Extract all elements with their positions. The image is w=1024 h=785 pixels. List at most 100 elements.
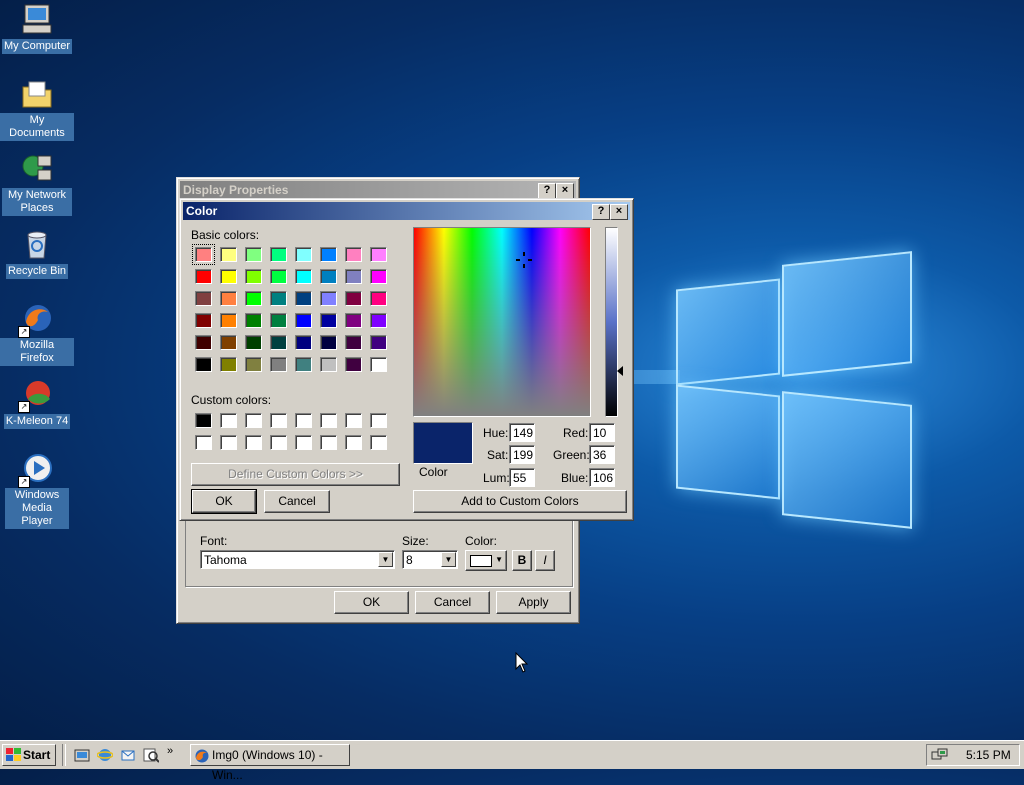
color-swatch[interactable] bbox=[220, 357, 237, 372]
color-swatch[interactable] bbox=[270, 335, 287, 350]
apply-button[interactable]: Apply bbox=[496, 591, 571, 614]
clock[interactable]: 5:15 PM bbox=[966, 748, 1011, 762]
color-swatch[interactable] bbox=[370, 435, 387, 450]
outlook-express-icon[interactable] bbox=[120, 747, 136, 763]
color-swatch[interactable] bbox=[295, 435, 312, 450]
color-swatch[interactable] bbox=[345, 357, 362, 372]
color-swatch[interactable] bbox=[220, 269, 237, 284]
color-swatch[interactable] bbox=[220, 291, 237, 306]
ok-button[interactable]: OK bbox=[334, 591, 409, 614]
color-swatch[interactable] bbox=[270, 291, 287, 306]
color-picker-button[interactable]: ▼ bbox=[465, 550, 507, 571]
internet-explorer-icon[interactable] bbox=[97, 747, 113, 763]
close-button[interactable]: × bbox=[610, 204, 628, 220]
color-swatch[interactable] bbox=[345, 247, 362, 262]
color-swatch[interactable] bbox=[320, 335, 337, 350]
color-swatch[interactable] bbox=[345, 413, 362, 428]
color-swatch[interactable] bbox=[245, 247, 262, 262]
desktop-icon-mozilla-firefox[interactable]: ↗ Mozilla Firefox bbox=[0, 302, 74, 366]
color-swatch[interactable] bbox=[195, 335, 212, 350]
color-swatch[interactable] bbox=[345, 335, 362, 350]
start-button[interactable]: Start bbox=[2, 744, 56, 766]
color-swatch[interactable] bbox=[270, 413, 287, 428]
chevron-down-icon[interactable]: ▼ bbox=[378, 552, 393, 567]
color-swatch[interactable] bbox=[320, 291, 337, 306]
color-swatch[interactable] bbox=[195, 413, 212, 428]
display-properties-titlebar[interactable]: Display Properties ? × bbox=[180, 181, 576, 199]
ok-button[interactable]: OK bbox=[191, 489, 257, 514]
color-swatch[interactable] bbox=[195, 357, 212, 372]
color-swatch[interactable] bbox=[295, 269, 312, 284]
color-swatch[interactable] bbox=[320, 313, 337, 328]
luminosity-slider[interactable] bbox=[605, 227, 618, 417]
color-swatch[interactable] bbox=[245, 269, 262, 284]
color-swatch[interactable] bbox=[345, 269, 362, 284]
taskbar-item-img0[interactable]: Img0 (Windows 10) - Win... bbox=[190, 744, 350, 782]
color-swatch[interactable] bbox=[345, 313, 362, 328]
close-button[interactable]: × bbox=[556, 183, 574, 199]
luminosity-arrow-icon[interactable] bbox=[617, 366, 623, 376]
color-swatch[interactable] bbox=[195, 435, 212, 450]
color-swatch[interactable] bbox=[245, 291, 262, 306]
color-swatch[interactable] bbox=[220, 247, 237, 262]
color-swatch[interactable] bbox=[295, 335, 312, 350]
desktop-icon-my-computer[interactable]: My Computer bbox=[0, 2, 74, 54]
color-swatch[interactable] bbox=[370, 335, 387, 350]
color-swatch[interactable] bbox=[245, 435, 262, 450]
color-spectrum[interactable] bbox=[413, 227, 591, 417]
desktop-icon-recycle-bin[interactable]: Recycle Bin bbox=[0, 227, 74, 279]
color-swatch[interactable] bbox=[220, 413, 237, 428]
color-swatch[interactable] bbox=[345, 435, 362, 450]
cancel-button[interactable]: Cancel bbox=[264, 490, 330, 513]
color-swatch[interactable] bbox=[270, 313, 287, 328]
color-swatch[interactable] bbox=[320, 269, 337, 284]
desktop-icon-my-network-places[interactable]: My Network Places bbox=[0, 152, 74, 216]
color-swatch[interactable] bbox=[270, 269, 287, 284]
color-swatch[interactable] bbox=[320, 357, 337, 372]
color-swatch[interactable] bbox=[245, 313, 262, 328]
color-swatch[interactable] bbox=[245, 335, 262, 350]
search-icon[interactable] bbox=[143, 747, 159, 763]
color-swatch[interactable] bbox=[192, 244, 215, 265]
define-custom-colors-button[interactable]: Define Custom Colors >> bbox=[191, 463, 400, 486]
color-swatch[interactable] bbox=[295, 247, 312, 262]
color-swatch[interactable] bbox=[370, 269, 387, 284]
color-swatch[interactable] bbox=[245, 413, 262, 428]
color-swatch[interactable] bbox=[220, 313, 237, 328]
italic-button[interactable]: I bbox=[535, 550, 555, 571]
color-swatch[interactable] bbox=[345, 291, 362, 306]
color-swatch[interactable] bbox=[370, 313, 387, 328]
sat-input[interactable]: 199 bbox=[509, 445, 535, 464]
blue-input[interactable]: 106 bbox=[589, 468, 615, 487]
color-swatch[interactable] bbox=[245, 357, 262, 372]
lum-input[interactable]: 55 bbox=[509, 468, 535, 487]
color-swatch[interactable] bbox=[370, 357, 387, 372]
color-swatch[interactable] bbox=[320, 247, 337, 262]
font-select[interactable]: Tahoma ▼ bbox=[200, 550, 395, 569]
color-dialog-titlebar[interactable]: Color ? × bbox=[183, 202, 630, 220]
color-swatch[interactable] bbox=[195, 313, 212, 328]
size-select[interactable]: 8 ▼ bbox=[402, 550, 458, 569]
color-swatch[interactable] bbox=[370, 413, 387, 428]
color-swatch[interactable] bbox=[295, 357, 312, 372]
color-swatch[interactable] bbox=[370, 247, 387, 262]
color-swatch[interactable] bbox=[370, 291, 387, 306]
bold-button[interactable]: B bbox=[512, 550, 532, 571]
help-button[interactable]: ? bbox=[538, 183, 556, 199]
desktop-icon-windows-media-player[interactable]: ↗ Windows Media Player bbox=[0, 452, 74, 529]
desktop-icon-k-meleon[interactable]: ↗ K-Meleon 74 bbox=[0, 377, 74, 429]
color-swatch[interactable] bbox=[295, 313, 312, 328]
color-swatch[interactable] bbox=[220, 335, 237, 350]
red-input[interactable]: 10 bbox=[589, 423, 615, 442]
color-swatch[interactable] bbox=[195, 291, 212, 306]
cancel-button[interactable]: Cancel bbox=[415, 591, 490, 614]
color-swatch[interactable] bbox=[270, 247, 287, 262]
chevron-down-icon[interactable]: ▼ bbox=[441, 552, 456, 567]
network-tray-icon[interactable] bbox=[931, 747, 949, 763]
help-button[interactable]: ? bbox=[592, 204, 610, 220]
add-to-custom-colors-button[interactable]: Add to Custom Colors bbox=[413, 490, 627, 513]
quick-launch-expand-icon[interactable]: » bbox=[167, 745, 173, 757]
color-swatch[interactable] bbox=[320, 413, 337, 428]
green-input[interactable]: 36 bbox=[589, 445, 615, 464]
color-swatch[interactable] bbox=[270, 435, 287, 450]
